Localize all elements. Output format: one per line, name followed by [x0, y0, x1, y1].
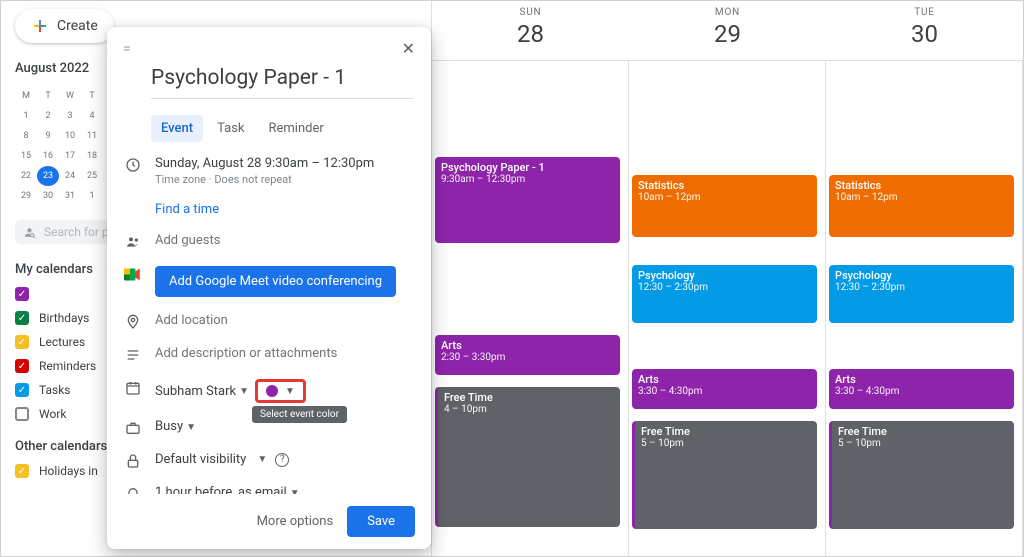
briefcase-icon: [123, 420, 143, 436]
calendar-event[interactable]: Psychology12:30 – 2:30pm: [829, 265, 1014, 323]
calendar-owner-select[interactable]: Subham Stark: [155, 384, 236, 399]
calendar-event[interactable]: Psychology Paper - 19:30am – 12:30pm: [435, 157, 620, 243]
tab-event[interactable]: Event: [151, 115, 203, 142]
description-icon: [123, 347, 143, 363]
save-button[interactable]: Save: [347, 506, 415, 537]
mini-cal-day[interactable]: 16: [37, 146, 59, 166]
mini-cal-day[interactable]: 25: [81, 166, 103, 186]
mini-cal-day[interactable]: 9: [37, 126, 59, 146]
mini-cal-day[interactable]: 3: [59, 106, 81, 126]
calendar-label: Birthdays: [39, 311, 89, 325]
availability-select[interactable]: Busy: [155, 419, 183, 434]
calendar-label: Tasks: [39, 383, 71, 397]
drag-handle-icon[interactable]: =: [123, 41, 129, 57]
checkbox-icon: ✓: [15, 311, 29, 325]
event-title-input[interactable]: Psychology Paper - 1: [151, 66, 413, 99]
calendar-event[interactable]: Arts2:30 – 3:30pm: [435, 335, 620, 375]
mini-cal-day[interactable]: 30: [37, 186, 59, 206]
color-tooltip: Select event color: [252, 406, 347, 423]
add-guests-input[interactable]: Add guests: [155, 233, 415, 248]
notification-1[interactable]: 1 hour before, as email: [155, 485, 287, 494]
clock-icon: [123, 157, 143, 173]
plus-icon: [31, 17, 49, 35]
calendar-label: Work: [39, 407, 66, 421]
mini-cal-day[interactable]: 22: [15, 166, 37, 186]
person-search-icon: [23, 226, 36, 239]
day-headers: SUN28MON29TUE30: [432, 1, 1023, 61]
calendar-event[interactable]: Arts3:30 – 4:30pm: [632, 369, 817, 409]
mini-cal-day[interactable]: 8: [15, 126, 37, 146]
tab-task[interactable]: Task: [207, 115, 254, 142]
checkbox-icon: ✓: [15, 464, 29, 478]
calendar-event[interactable]: Arts3:30 – 4:30pm: [829, 369, 1014, 409]
people-icon: [123, 234, 143, 250]
mini-cal-day[interactable]: 1: [15, 106, 37, 126]
calendar-label: Reminders: [39, 359, 96, 373]
visibility-select[interactable]: Default visibility: [155, 452, 246, 467]
add-meet-button[interactable]: Add Google Meet video conferencing: [155, 266, 396, 297]
mini-cal-day[interactable]: 15: [15, 146, 37, 166]
meet-icon: [123, 267, 143, 282]
calendar-event[interactable]: Free Time4 – 10pm: [435, 387, 620, 527]
checkbox-icon: ✓: [15, 287, 29, 301]
calendar-event[interactable]: Psychology12:30 – 2:30pm: [632, 265, 817, 323]
calendar-label: Holidays in: [39, 464, 98, 478]
mini-cal-day[interactable]: 11: [81, 126, 103, 146]
mini-cal-day[interactable]: 29: [15, 186, 37, 206]
mini-cal-day[interactable]: 1: [81, 186, 103, 206]
tab-reminder[interactable]: Reminder: [259, 115, 334, 142]
event-color-select[interactable]: ▼ Select event color: [255, 379, 306, 403]
close-icon[interactable]: ✕: [396, 35, 421, 62]
mini-cal-day[interactable]: 24: [59, 166, 81, 186]
day-header: SUN28: [432, 1, 629, 60]
checkbox-icon: ✓: [15, 383, 29, 397]
find-time-button[interactable]: Find a time: [155, 202, 219, 217]
calendar-grid[interactable]: Psychology Paper - 19:30am – 12:30pmStat…: [432, 61, 1023, 556]
lock-icon: [123, 453, 143, 469]
timezone-repeat-note[interactable]: Time zone · Does not repeat: [155, 173, 415, 186]
add-location-input[interactable]: Add location: [155, 313, 415, 328]
bell-icon: [123, 486, 143, 494]
create-button[interactable]: Create: [15, 9, 114, 43]
calendar-event[interactable]: Statistics10am – 12pm: [829, 175, 1014, 237]
calendar-icon: [123, 380, 143, 396]
location-icon: [123, 314, 143, 330]
mini-cal-day[interactable]: 31: [59, 186, 81, 206]
checkbox-icon: ✓: [15, 359, 29, 373]
calendar-event[interactable]: Free Time5 – 10pm: [632, 421, 817, 529]
calendar-main: SUN28MON29TUE30 Psychology Paper - 19:30…: [431, 1, 1023, 556]
event-type-tabs: Event Task Reminder: [151, 115, 431, 142]
mini-cal-day[interactable]: 23: [37, 166, 59, 186]
mini-cal-day[interactable]: 4: [81, 106, 103, 126]
more-options-button[interactable]: More options: [257, 514, 334, 529]
checkbox-icon: ✓: [15, 335, 29, 349]
color-dot-icon: [266, 385, 278, 397]
create-label: Create: [57, 18, 98, 34]
day-header: TUE30: [826, 1, 1023, 60]
help-icon[interactable]: ?: [275, 453, 289, 467]
add-description-input[interactable]: Add description or attachments: [155, 346, 415, 361]
day-header: MON29: [629, 1, 826, 60]
event-editor-popup: = ✕ Psychology Paper - 1 Event Task Remi…: [107, 27, 431, 549]
mini-cal-day[interactable]: 18: [81, 146, 103, 166]
calendar-event[interactable]: Free Time5 – 10pm: [829, 421, 1014, 529]
mini-cal-day[interactable]: 2: [37, 106, 59, 126]
event-datetime[interactable]: Sunday, August 28 9:30am – 12:30pm: [155, 156, 415, 171]
mini-cal-day[interactable]: 10: [59, 126, 81, 146]
mini-cal-day[interactable]: 17: [59, 146, 81, 166]
checkbox-icon: [15, 407, 29, 421]
calendar-label: Lectures: [39, 335, 85, 349]
calendar-event[interactable]: Statistics10am – 12pm: [632, 175, 817, 237]
